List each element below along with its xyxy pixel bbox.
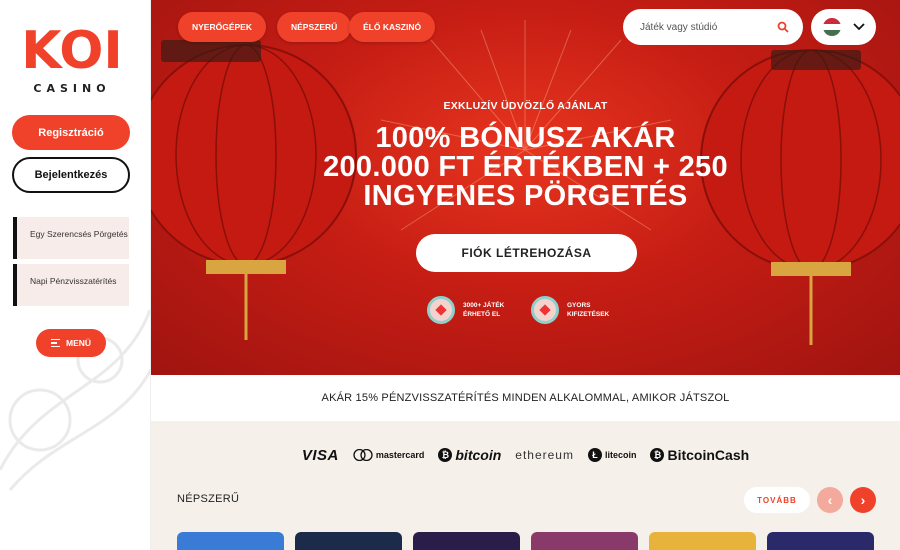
hero-title: 100% BÓNUSZ AKÁR 200.000 FT ÉRTÉKBEN + 2… bbox=[151, 124, 900, 211]
bitcoin-icon: ₿ bbox=[438, 448, 453, 462]
section-title-popular: NÉPSZERŰ bbox=[177, 493, 240, 505]
menu-label: MENÜ bbox=[65, 338, 92, 348]
tab-slots[interactable]: NYERŐGÉPEK bbox=[178, 12, 266, 42]
logo-text: KOI bbox=[22, 21, 122, 74]
feature-line: 3000+ JÁTÉK bbox=[463, 302, 505, 309]
bitcoin-label: bitcoin bbox=[455, 447, 502, 463]
promo-lucky-spin[interactable]: Egy Szerencsés Pörgetés bbox=[13, 217, 129, 259]
game-thumbnail[interactable] bbox=[767, 532, 874, 550]
hungarian-flag-icon bbox=[822, 18, 841, 36]
game-thumbnail[interactable] bbox=[413, 532, 520, 550]
hamburger-icon bbox=[50, 337, 60, 350]
game-thumbnail[interactable] bbox=[649, 532, 756, 550]
cashback-strip: AKÁR 15% PÉNZVISSZATÉRÍTÉS MINDEN ALKALO… bbox=[151, 375, 900, 421]
bitcoincash-logo: ₿ BitcoinCash bbox=[650, 447, 749, 463]
more-button[interactable]: TOVÁBB bbox=[744, 487, 810, 513]
feature-line: KIFIZETÉSEK bbox=[567, 311, 610, 318]
ethereum-logo: ethereum bbox=[515, 448, 574, 462]
feature-fast-payouts: GYORS KIFIZETÉSEK bbox=[531, 296, 609, 324]
chevron-down-icon bbox=[852, 23, 865, 31]
menu-button[interactable]: MENÜ bbox=[36, 329, 106, 357]
carousel-next-button[interactable]: › bbox=[850, 487, 876, 513]
create-account-button[interactable]: FIÓK LÉTREHOZÁSA bbox=[416, 234, 637, 272]
search-box[interactable] bbox=[623, 9, 803, 45]
chevron-left-icon: ‹ bbox=[827, 492, 833, 508]
mastercard-logo: mastercard bbox=[353, 449, 425, 461]
sidebar: KOI CASINO Regisztráció Bejelentkezés Eg… bbox=[0, 0, 151, 550]
bitcoincash-label: BitcoinCash bbox=[667, 447, 750, 463]
mastercard-icon bbox=[353, 449, 373, 461]
game-thumbnail[interactable] bbox=[531, 532, 638, 550]
hero-title-line: INGYENES PÖRGETÉS bbox=[363, 180, 688, 212]
search-input[interactable] bbox=[640, 21, 770, 33]
koi-logo-mark: KOI bbox=[21, 21, 123, 81]
visa-logo: VISA bbox=[301, 446, 339, 464]
carousel-prev-button[interactable]: ‹ bbox=[817, 487, 843, 513]
hero-title-line: 100% BÓNUSZ AKÁR bbox=[375, 122, 676, 154]
chevron-right-icon: › bbox=[860, 492, 866, 508]
login-button[interactable]: Bejelentkezés bbox=[12, 157, 130, 193]
hero-subtitle: EXKLUZÍV ÜDVÖZLŐ AJÁNLAT bbox=[443, 100, 608, 112]
logo-subtext: CASINO bbox=[33, 82, 111, 95]
tab-live-casino[interactable]: ÉLŐ KASZINÓ bbox=[349, 12, 436, 42]
game-thumbnail[interactable] bbox=[177, 532, 284, 550]
search-icon[interactable] bbox=[777, 21, 789, 33]
promo-daily-cashback[interactable]: Napi Pénzvisszatérítés bbox=[13, 264, 129, 306]
feature-line: GYORS bbox=[567, 302, 591, 309]
hero-banner: NYERŐGÉPEK NÉPSZERŰ ÉLŐ KASZINÓ EXKLUZÍV… bbox=[151, 0, 900, 375]
bitcoin-logo: ₿ bitcoin bbox=[438, 447, 501, 463]
promo-label: Napi Pénzvisszatérítés bbox=[30, 276, 117, 286]
bitcoincash-icon: ₿ bbox=[650, 448, 665, 462]
hero-title-line: 200.000 FT ÉRTÉKBEN + 250 bbox=[323, 151, 728, 183]
decorative-pattern bbox=[0, 309, 150, 491]
promo-label: Egy Szerencsés Pörgetés bbox=[30, 229, 128, 239]
litecoin-icon: Ł bbox=[587, 448, 602, 462]
game-thumbnail[interactable] bbox=[295, 532, 402, 550]
tab-popular[interactable]: NÉPSZERŰ bbox=[277, 12, 352, 42]
diamond-icon bbox=[531, 296, 559, 324]
litecoin-logo: Ł litecoin bbox=[587, 448, 637, 462]
register-button[interactable]: Regisztráció bbox=[12, 115, 130, 150]
feature-line: ÉRHETŐ EL bbox=[463, 311, 501, 318]
mastercard-label: mastercard bbox=[375, 450, 425, 460]
feature-games: 3000+ JÁTÉK ÉRHETŐ EL bbox=[427, 296, 504, 324]
game-carousel bbox=[177, 532, 874, 550]
diamond-icon bbox=[427, 296, 455, 324]
language-selector[interactable] bbox=[811, 9, 876, 45]
logo[interactable]: KOI CASINO bbox=[21, 18, 123, 95]
litecoin-label: litecoin bbox=[604, 450, 637, 460]
payment-methods: VISA mastercard ₿ bitcoin ethereum Ł lit… bbox=[151, 440, 900, 470]
